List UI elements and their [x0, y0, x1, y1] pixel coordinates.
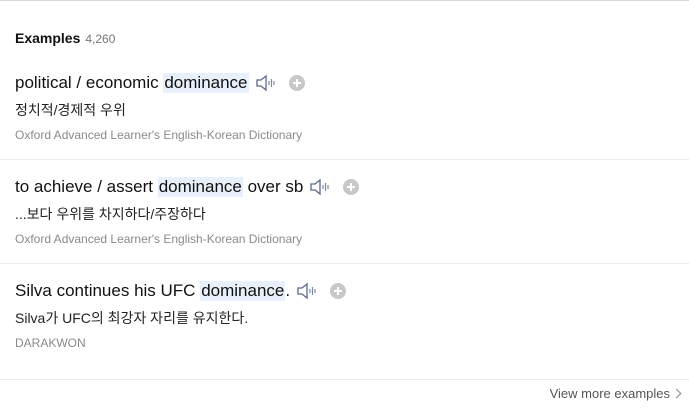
example-item: Silva continues his UFC dominance. Silva… [15, 279, 689, 351]
example-sentence: political / economic dominance [15, 71, 689, 95]
example-source: Oxford Advanced Learner's English-Korean… [15, 128, 303, 142]
examples-header: Examples 4,260 [15, 30, 115, 46]
example-text-before: to achieve / assert [15, 177, 158, 196]
add-icon[interactable] [288, 75, 305, 91]
example-text-after: over sb [242, 177, 304, 196]
example-keyword[interactable]: dominance [157, 177, 243, 197]
speaker-icon[interactable] [255, 73, 277, 93]
example-keyword[interactable]: dominance [163, 73, 249, 93]
speaker-icon[interactable] [296, 281, 318, 301]
example-text-after: . [285, 281, 291, 300]
example-item: to achieve / assert dominance over sb ..… [15, 175, 689, 247]
example-text-before: political / economic [15, 73, 164, 92]
add-icon[interactable] [343, 179, 360, 195]
example-sentence: to achieve / assert dominance over sb [15, 175, 689, 199]
divider [0, 263, 689, 264]
example-text-before: Silva continues his UFC [15, 281, 201, 300]
chevron-right-icon [671, 388, 682, 399]
add-icon[interactable] [330, 283, 347, 299]
example-translation: Silva가 UFC의 최강자 자리를 유지한다. [15, 310, 249, 326]
example-translation: ...보다 우위를 차지하다/주장하다 [15, 206, 206, 222]
divider [0, 159, 689, 160]
view-more-label: View more examples [549, 386, 670, 401]
example-source: Oxford Advanced Learner's English-Korean… [15, 232, 303, 246]
example-source: DARAKWON [15, 336, 86, 350]
divider [0, 379, 689, 380]
section-title: Examples [15, 30, 81, 46]
example-keyword[interactable]: dominance [200, 281, 286, 301]
speaker-icon[interactable] [309, 177, 331, 197]
top-border [0, 0, 689, 1]
example-translation: 정치적/경제적 우위 [15, 102, 126, 118]
example-item: political / economic dominance 정치적/경제적 우… [15, 71, 689, 143]
example-sentence: Silva continues his UFC dominance. [15, 279, 689, 303]
view-more-examples-link[interactable]: View more examples [549, 386, 682, 401]
examples-count: 4,260 [85, 32, 116, 46]
